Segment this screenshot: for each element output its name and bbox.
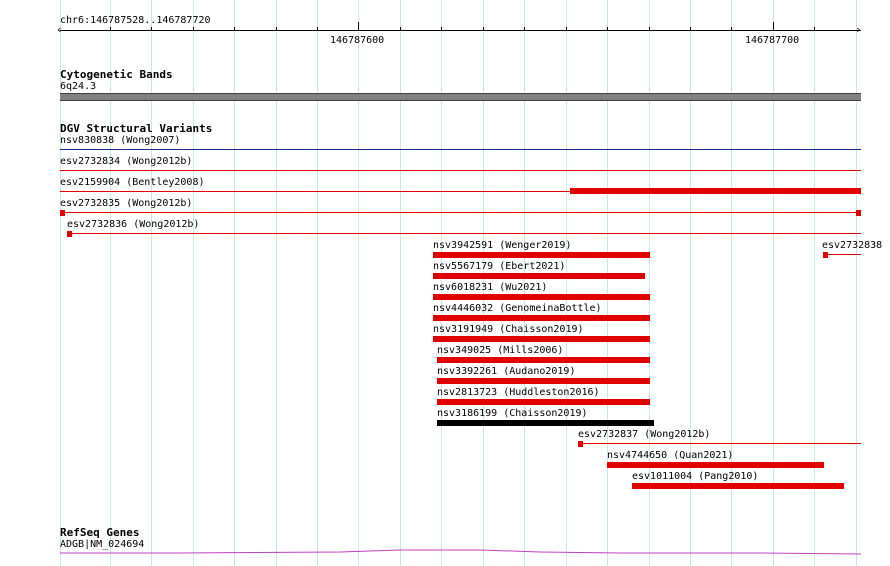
grid-line: [110, 0, 111, 566]
grid-line: [276, 0, 277, 566]
ruler-tick: [814, 27, 815, 31]
grid-line: [193, 0, 194, 566]
ruler-tick: [276, 27, 277, 31]
cytoband-track-title[interactable]: Cytogenetic Bands: [60, 68, 173, 81]
variant-label[interactable]: nsv3392261 (Audano2019): [437, 366, 575, 378]
ruler-tick: [441, 27, 442, 31]
variant-bar[interactable]: [433, 273, 645, 279]
variant-label[interactable]: esv2732837 (Wong2012b): [578, 429, 710, 441]
variant-label[interactable]: nsv830838 (Wong2007): [60, 135, 180, 147]
variant-label[interactable]: nsv4446032 (GenomeinaBottle): [433, 303, 602, 315]
dgv-track-title[interactable]: DGV Structural Variants: [60, 122, 212, 135]
variant-label[interactable]: esv2732834 (Wong2012b): [60, 156, 192, 168]
variant-block[interactable]: [60, 210, 65, 216]
ruler-tick: [483, 27, 484, 31]
variant-bar[interactable]: [437, 378, 650, 384]
variant-label[interactable]: nsv2813723 (Huddleston2016): [437, 387, 600, 399]
gene-intron-line: [60, 549, 861, 555]
grid-line: [814, 0, 815, 566]
variant-block[interactable]: [578, 441, 583, 447]
ruler-major-label: 146787600: [330, 35, 385, 46]
ruler-axis: [60, 30, 861, 31]
cytoband-bar[interactable]: [60, 93, 861, 101]
variant-bar[interactable]: [632, 483, 844, 489]
variant-block[interactable]: [67, 231, 72, 237]
variant-bar[interactable]: [433, 294, 650, 300]
variant-block[interactable]: [823, 252, 828, 258]
variant-label[interactable]: nsv3186199 (Chaisson2019): [437, 408, 588, 420]
ruler-tick: [649, 27, 650, 31]
variant-bar[interactable]: [607, 462, 824, 468]
variant-bar[interactable]: [433, 315, 650, 321]
ruler-tick: [317, 27, 318, 31]
grid-line: [400, 0, 401, 566]
ruler-tick: [400, 27, 401, 31]
ruler-major-tick: [358, 22, 359, 31]
ruler-tick: [607, 27, 608, 31]
variant-label[interactable]: nsv5567179 (Ebert2021): [433, 261, 565, 273]
variant-label[interactable]: esv1011004 (Pang2010): [632, 471, 758, 483]
cytoband-label: 6q24.3: [60, 81, 97, 92]
ruler-tick: [234, 27, 235, 31]
variant-bar[interactable]: [437, 357, 650, 363]
refseq-track-title[interactable]: RefSeq Genes: [60, 526, 139, 539]
genome-browser-view: chr6:146787528..146787720 ‹ › 146787600 …: [0, 0, 890, 566]
ruler-tick: [110, 27, 111, 31]
variant-line[interactable]: [60, 149, 861, 150]
grid-line: [358, 0, 359, 566]
variant-label[interactable]: nsv4744650 (Quan2021): [607, 450, 733, 462]
variant-block[interactable]: [856, 210, 861, 216]
variant-label[interactable]: esv2159904 (Bentley2008): [60, 177, 205, 189]
variant-line[interactable]: [67, 233, 861, 234]
ruler-tick: [524, 27, 525, 31]
grid-line: [607, 0, 608, 566]
variant-line[interactable]: [823, 254, 861, 255]
variant-label[interactable]: nsv6018231 (Wu2021): [433, 282, 547, 294]
grid-line: [151, 0, 152, 566]
variant-bar[interactable]: [437, 399, 650, 405]
grid-line: [234, 0, 235, 566]
variant-line[interactable]: [578, 443, 861, 444]
scroll-left-arrow-icon[interactable]: ‹: [56, 24, 63, 36]
variant-line[interactable]: [60, 212, 861, 213]
ruler-tick: [566, 27, 567, 31]
variant-bar[interactable]: [437, 420, 654, 426]
variant-label[interactable]: esv2732835 (Wong2012b): [60, 198, 192, 210]
grid-line: [856, 0, 857, 566]
variant-label[interactable]: nsv349025 (Mills2006): [437, 345, 563, 357]
ruler-tick: [690, 27, 691, 31]
gene-model[interactable]: [60, 546, 861, 558]
grid-line: [773, 0, 774, 566]
ruler-tick: [731, 27, 732, 31]
variant-label[interactable]: esv2732836 (Wong2012b): [67, 219, 199, 231]
variant-line[interactable]: [60, 170, 861, 171]
ruler-tick: [151, 27, 152, 31]
variant-bar[interactable]: [433, 336, 650, 342]
variant-bar[interactable]: [433, 252, 650, 258]
grid-line: [317, 0, 318, 566]
ruler-tick: [193, 27, 194, 31]
grid-line: [566, 0, 567, 566]
variant-label[interactable]: nsv3942591 (Wenger2019): [433, 240, 571, 252]
ruler-major-label: 146787700: [745, 35, 800, 46]
variant-bar[interactable]: [570, 188, 861, 194]
variant-label[interactable]: nsv3191949 (Chaisson2019): [433, 324, 584, 336]
ruler-major-tick: [773, 22, 774, 31]
scroll-right-arrow-icon[interactable]: ›: [855, 24, 862, 36]
location-label: chr6:146787528..146787720: [60, 15, 211, 26]
variant-label[interactable]: esv2732838: [822, 240, 890, 252]
